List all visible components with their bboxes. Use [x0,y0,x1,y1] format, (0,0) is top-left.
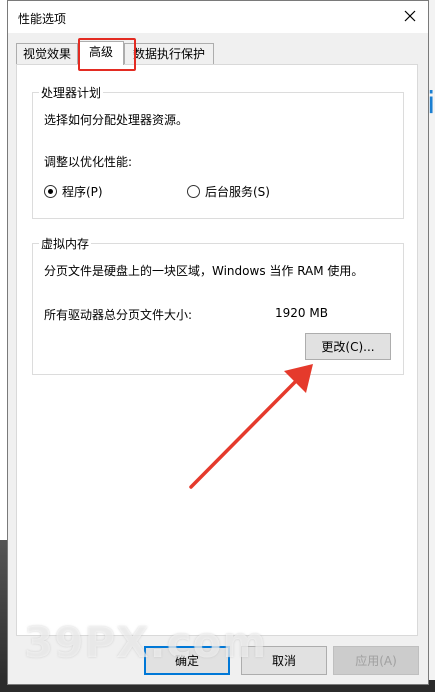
cancel-button[interactable]: 取消 [241,646,327,675]
paging-file-total-label: 所有驱动器总分页文件大小: [44,308,193,322]
radio-background-label: 后台服务(S) [205,185,270,199]
window-title: 性能选项 [18,12,67,26]
tab-label: 视觉效果 [22,47,71,61]
tab-visual-effects[interactable]: 视觉效果 [16,43,78,64]
radio-button[interactable] [187,185,200,198]
radio-programs-label: 程序(P) [62,185,103,199]
adjust-label: 调整以优化性能: [44,155,133,169]
ok-button[interactable]: 确定 [144,646,230,675]
tab-panel-advanced: 处理器计划 选择如何分配处理器资源。 调整以优化性能: 程序(P) 后台服务(S… [16,64,418,636]
group-title: 虚拟内存 [39,235,92,252]
tab-highlight-box [78,38,136,71]
close-button[interactable] [396,3,424,29]
radio-programs[interactable]: 程序(P) [44,183,144,201]
tab-data-execution-prevention[interactable]: 数据执行保护 [124,43,214,64]
group-title: 处理器计划 [39,84,104,101]
close-icon [404,10,416,22]
virtual-memory-group: 虚拟内存 分页文件是硬盘上的一块区域，Windows 当作 RAM 使用。 所有… [32,235,404,375]
paging-file-total-value: 1920 MB [275,306,328,320]
performance-options-dialog: 性能选项 视觉效果 高级 数据执行保护 处理器计划 选择如何分配处理器资源。 调… [7,0,429,685]
radio-button-checked[interactable] [44,185,57,198]
change-button[interactable]: 更改(C)... [305,333,391,360]
processor-scheduling-group: 处理器计划 选择如何分配处理器资源。 调整以优化性能: 程序(P) 后台服务(S… [32,84,404,219]
processor-description: 选择如何分配处理器资源。 [44,113,189,127]
tab-label: 数据执行保护 [132,47,205,61]
title-bar[interactable]: 性能选项 [8,1,428,33]
virtual-memory-description: 分页文件是硬盘上的一块区域，Windows 当作 RAM 使用。 [44,264,364,278]
apply-button[interactable]: 应用(A) [333,646,419,675]
radio-background-services[interactable]: 后台服务(S) [187,183,297,201]
